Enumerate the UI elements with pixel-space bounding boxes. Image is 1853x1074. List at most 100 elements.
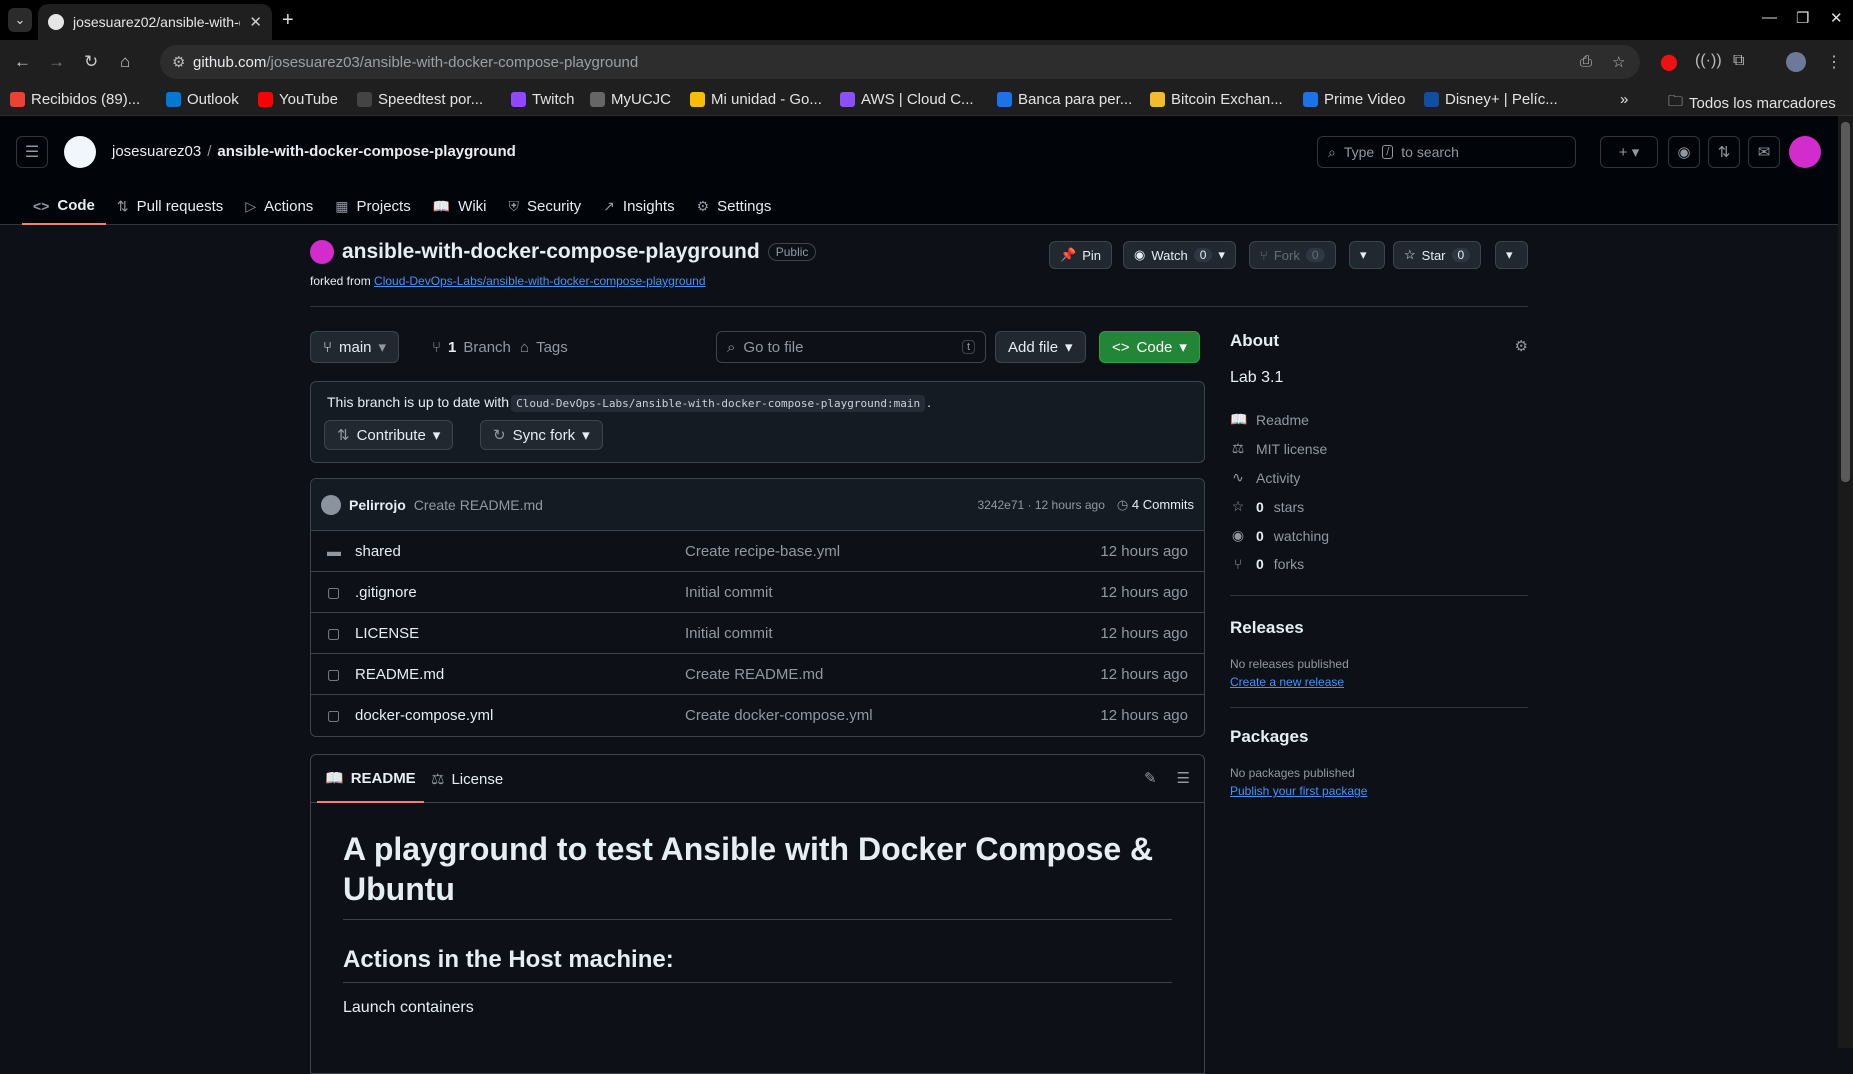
license-link[interactable]: ⚖ MIT license: [1230, 440, 1328, 457]
tags-link[interactable]: ⌂ Tags: [514, 331, 574, 363]
file-commit-message[interactable]: Create docker-compose.yml: [685, 707, 1100, 724]
activity-link[interactable]: ∿ Activity: [1230, 469, 1300, 486]
forks-count: 0: [1256, 556, 1264, 572]
issues-icon[interactable]: ◉: [1668, 136, 1700, 168]
repo-link[interactable]: ansible-with-docker-compose-playground: [217, 143, 515, 160]
tab-code[interactable]: <> Code: [22, 188, 106, 225]
branch-select[interactable]: ⑂ main ▾: [310, 331, 400, 363]
extension-adblock-icon[interactable]: ⬤: [1660, 52, 1678, 72]
maximize-icon[interactable]: ❐: [1796, 9, 1809, 27]
star-dropdown[interactable]: ▾: [1495, 241, 1528, 269]
site-info-icon[interactable]: ⚙: [172, 53, 185, 71]
scrollbar-thumb[interactable]: [1841, 122, 1850, 482]
watching-link[interactable]: ◉ 0 watching: [1230, 527, 1329, 544]
file-name-link[interactable]: LICENSE: [355, 625, 685, 642]
watch-button[interactable]: ◉ Watch 0 ▾: [1123, 241, 1236, 269]
create-new-button[interactable]: + ▾: [1600, 136, 1658, 168]
bookmark-item[interactable]: AWS | Cloud C...: [840, 91, 974, 108]
releases-heading[interactable]: Releases: [1230, 618, 1304, 638]
bookmark-item[interactable]: Outlook: [166, 91, 239, 108]
tab-license[interactable]: ⚖ License: [423, 755, 511, 803]
minimize-icon[interactable]: —: [1762, 9, 1777, 26]
publish-package-link[interactable]: Publish your first package: [1230, 784, 1367, 798]
tab-settings[interactable]: ⚙ Settings: [686, 188, 783, 225]
forked-from-link[interactable]: Cloud-DevOps-Labs/ansible-with-docker-co…: [374, 274, 706, 288]
menu-hamburger-icon[interactable]: ☰: [16, 136, 48, 168]
extensions-icon[interactable]: ⧉: [1733, 52, 1744, 70]
all-bookmarks-folder[interactable]: 🗀 Todos los marcadores: [1668, 91, 1836, 116]
forward-icon[interactable]: →: [48, 52, 65, 72]
file-name-link[interactable]: docker-compose.yml: [355, 707, 685, 724]
commit-author[interactable]: Pelirrojo: [349, 497, 406, 513]
file-commit-message[interactable]: Initial commit: [685, 625, 1100, 642]
inbox-icon[interactable]: ✉: [1748, 136, 1780, 168]
profile-avatar[interactable]: [1786, 52, 1806, 72]
github-logo-icon[interactable]: [64, 136, 96, 168]
repo-name[interactable]: ansible-with-docker-compose-playground: [342, 240, 760, 264]
close-tab-icon[interactable]: ✕: [249, 13, 262, 31]
search-input[interactable]: ⌕ Type / to search: [1317, 136, 1576, 168]
browser-tab[interactable]: josesuarez02/ansible-with-docker-compose…: [38, 4, 272, 40]
code-button[interactable]: <> Code ▾: [1099, 331, 1200, 363]
bookmark-item[interactable]: MyUCJC: [590, 91, 671, 108]
new-tab-button[interactable]: +: [282, 9, 294, 32]
file-name-link[interactable]: shared: [355, 543, 685, 560]
bookmark-item[interactable]: Speedtest por...: [357, 91, 483, 108]
stars-link[interactable]: ☆ 0 stars: [1230, 498, 1304, 515]
file-commit-message[interactable]: Create README.md: [685, 666, 1100, 683]
add-file-button[interactable]: Add file ▾: [995, 331, 1086, 363]
file-name-link[interactable]: .gitignore: [355, 584, 685, 601]
contribute-button[interactable]: ⇅ Contribute ▾: [324, 420, 454, 450]
file-commit-message[interactable]: Create recipe-base.yml: [685, 543, 1100, 560]
page-scrollbar[interactable]: [1838, 116, 1853, 1048]
bookmark-item[interactable]: Twitch: [511, 91, 575, 108]
user-avatar[interactable]: [1789, 136, 1821, 168]
pull-requests-icon[interactable]: ⇅: [1708, 136, 1740, 168]
tab-pull-requests[interactable]: ⇅ Pull requests: [106, 188, 234, 225]
packages-heading[interactable]: Packages: [1230, 727, 1308, 747]
bookmark-item[interactable]: Recibidos (89)...: [10, 91, 140, 108]
home-icon[interactable]: ⌂: [120, 52, 130, 72]
tab-readme[interactable]: 📖 README: [317, 755, 424, 803]
star-button[interactable]: ☆ Star 0: [1393, 241, 1482, 269]
gear-icon[interactable]: ⚙: [1515, 337, 1528, 355]
branches-link[interactable]: ⑂ 1 Branch: [426, 331, 517, 363]
readme-link[interactable]: 📖 Readme: [1230, 411, 1309, 428]
tab-insights[interactable]: ↗ Insights: [592, 188, 685, 225]
close-window-icon[interactable]: ✕: [1830, 9, 1843, 27]
create-release-link[interactable]: Create a new release: [1230, 675, 1344, 689]
extension-radio-icon[interactable]: ((·)): [1695, 52, 1722, 70]
fork-button[interactable]: ⑂ Fork 0: [1249, 241, 1336, 269]
tab-wiki[interactable]: 📖 Wiki: [422, 188, 498, 225]
tab-security[interactable]: ⛨ Security: [497, 188, 592, 225]
commits-link[interactable]: ◷ 4 Commits: [1117, 497, 1194, 513]
file-commit-message[interactable]: Initial commit: [685, 584, 1100, 601]
tab-projects[interactable]: ▦ Projects: [324, 188, 421, 225]
tab-actions[interactable]: ▷ Actions: [234, 188, 324, 225]
owner-link[interactable]: josesuarez03: [112, 143, 201, 160]
bookmark-item[interactable]: Bitcoin Exchan...: [1150, 91, 1283, 108]
back-icon[interactable]: ←: [14, 52, 31, 72]
go-to-file-input[interactable]: ⌕ Go to file t: [716, 331, 986, 363]
tab-search-button[interactable]: ⌄: [8, 8, 32, 32]
bookmark-item[interactable]: YouTube: [258, 91, 338, 108]
reload-icon[interactable]: ↻: [84, 52, 98, 72]
menu-kebab-icon[interactable]: ⋮: [1826, 52, 1842, 72]
sync-fork-button[interactable]: ↻ Sync fork ▾: [480, 420, 603, 450]
bookmark-star-icon[interactable]: ☆: [1612, 53, 1625, 71]
pencil-icon[interactable]: ✎: [1144, 769, 1157, 787]
bookmark-item[interactable]: Disney+ | Pelíc...: [1424, 91, 1558, 108]
address-bar[interactable]: ⚙ github.com/josesuarez03/ansible-with-d…: [160, 45, 1640, 79]
bookmark-item[interactable]: Prime Video: [1303, 91, 1405, 108]
bookmark-item[interactable]: Mi unidad - Go...: [690, 91, 822, 108]
commit-message[interactable]: Create README.md: [414, 497, 543, 513]
more-bookmarks-icon[interactable]: »: [1620, 91, 1628, 108]
forks-link[interactable]: ⑂ 0 forks: [1230, 556, 1304, 572]
outline-list-icon[interactable]: ☰: [1177, 769, 1190, 787]
bookmark-item[interactable]: Banca para per...: [997, 91, 1132, 108]
file-name-link[interactable]: README.md: [355, 666, 685, 683]
pin-button[interactable]: 📌 Pin: [1049, 241, 1112, 269]
install-app-icon[interactable]: ⎙: [1580, 53, 1592, 70]
commit-hash-time[interactable]: 3242e71 · 12 hours ago: [977, 498, 1104, 512]
fork-dropdown[interactable]: ▾: [1349, 241, 1385, 269]
